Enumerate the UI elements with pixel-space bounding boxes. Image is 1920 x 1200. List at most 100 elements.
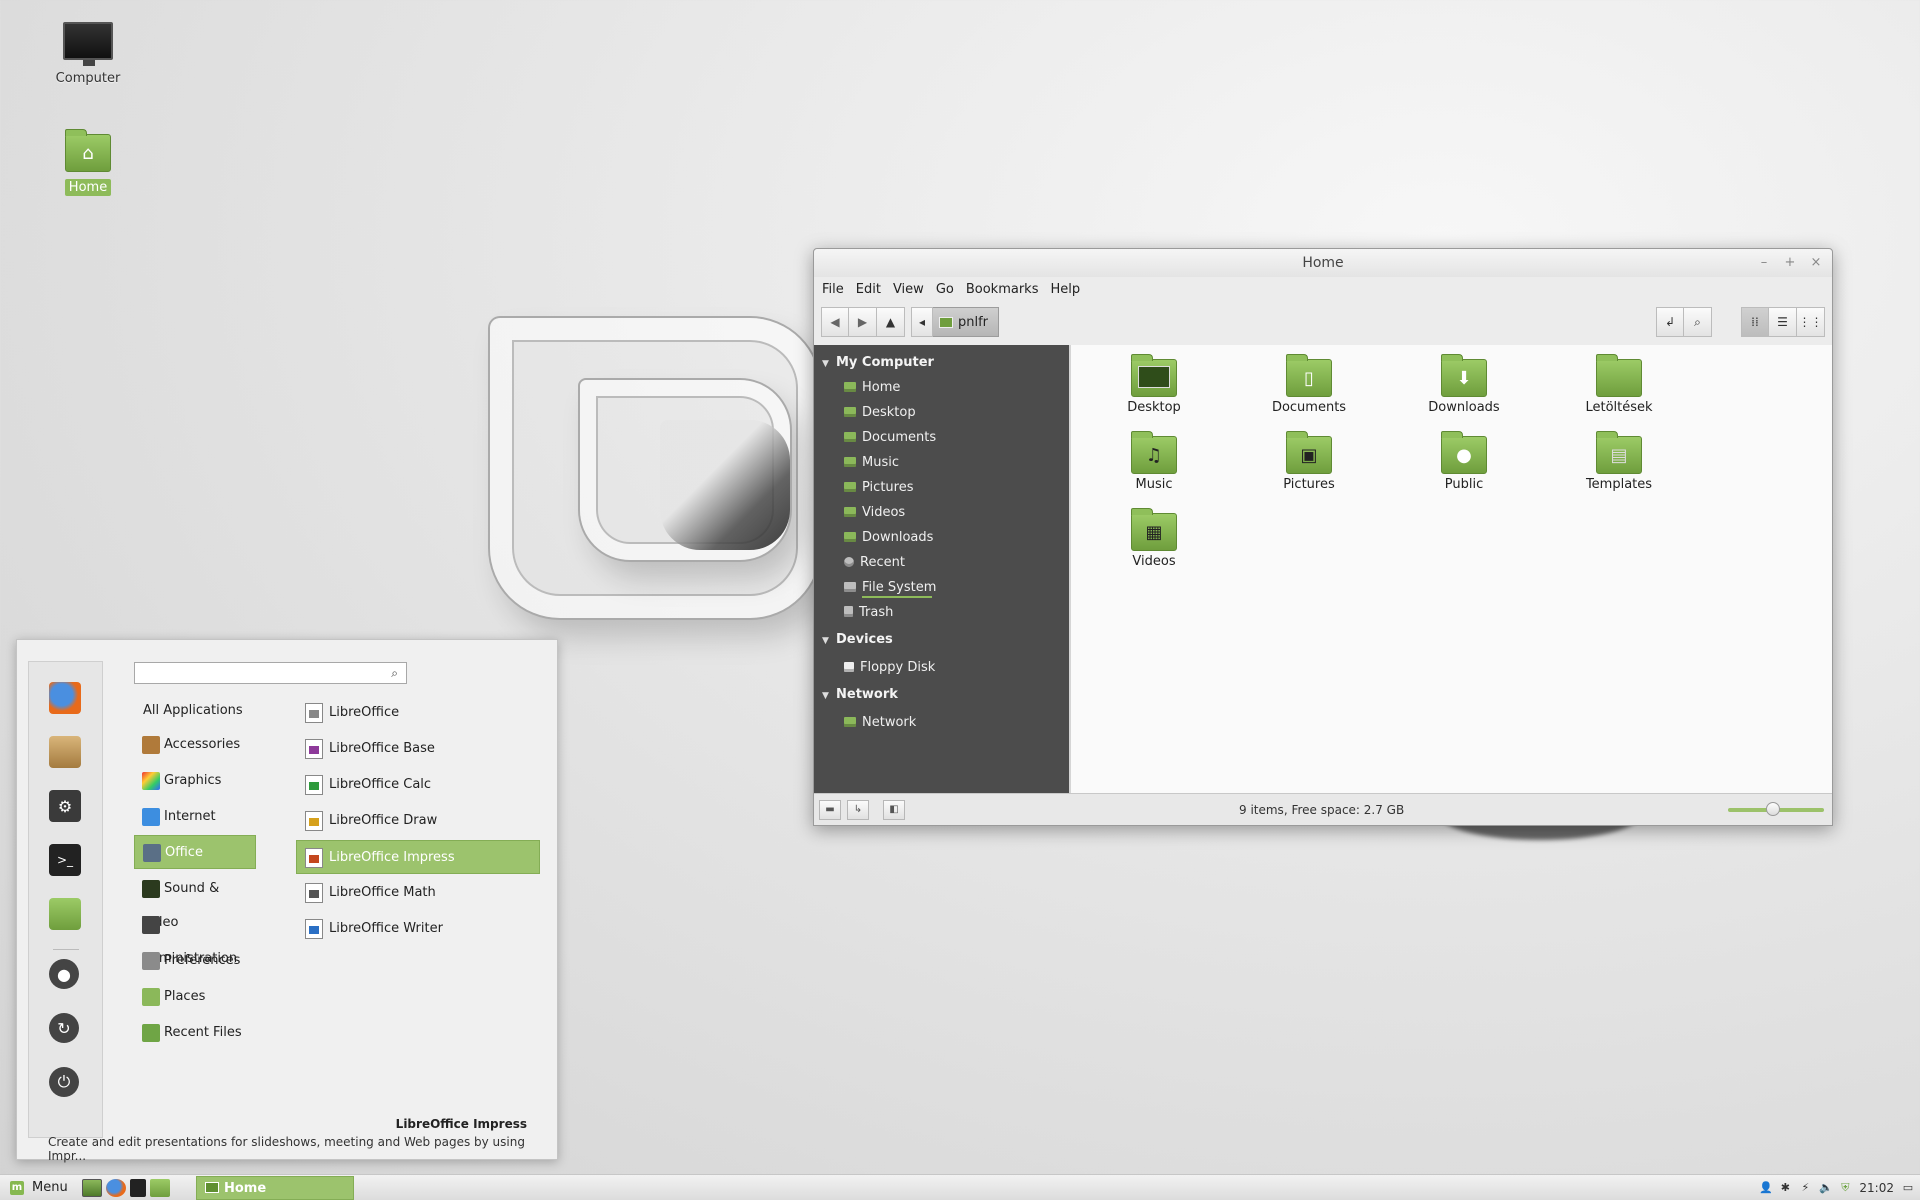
show-desktop-icon[interactable] <box>81 1178 102 1197</box>
sidebar-item-music[interactable]: Music <box>814 450 1069 475</box>
menu-go[interactable]: Go <box>932 280 958 299</box>
sidebar-item-videos[interactable]: Videos <box>814 500 1069 525</box>
app-libreoffice-impress[interactable]: LibreOffice Impress <box>296 840 540 874</box>
category-recent-files[interactable]: Recent Files <box>134 1016 256 1050</box>
location-toggle-button[interactable]: ↲ <box>1656 307 1684 337</box>
app-libreoffice-draw[interactable]: LibreOffice Draw <box>297 804 541 838</box>
sidebar-heading-devices[interactable]: ▼ Devices <box>814 628 1069 652</box>
category-preferences[interactable]: Preferences <box>134 944 256 978</box>
zoom-slider-knob[interactable] <box>1766 802 1781 816</box>
path-home-button[interactable]: pnlfr <box>933 307 1000 337</box>
system-settings-icon[interactable]: ⚙ <box>49 790 81 822</box>
sidebar-item-downloads[interactable]: Downloads <box>814 525 1069 550</box>
desktop-icon-home[interactable]: ⌂ Home <box>40 128 136 196</box>
file-view[interactable]: Desktop ▯ Documents ⬇ Downloads Letöltés… <box>1071 345 1832 795</box>
file-manager-window[interactable]: Home – + × File Edit View Go Bookmarks H… <box>813 248 1833 826</box>
folder-icon: ▬ <box>825 803 835 815</box>
up-button[interactable]: ▲ <box>877 307 905 337</box>
file-item-music[interactable]: ♫ Music <box>1099 431 1209 492</box>
sidebar-item-recent[interactable]: Recent <box>814 550 1069 575</box>
pictures-folder-icon <box>844 482 856 492</box>
sidebar-item-file-system[interactable]: File System <box>814 575 1069 600</box>
file-item-downloads[interactable]: ⬇ Downloads <box>1409 354 1519 415</box>
files-launcher-icon[interactable] <box>149 1178 170 1197</box>
menu-file[interactable]: File <box>818 280 848 299</box>
path-left-button[interactable]: ◂ <box>911 307 933 337</box>
folder-icon[interactable] <box>49 898 81 930</box>
home-icon <box>844 382 856 392</box>
user-icon[interactable]: 👤 <box>1759 1182 1773 1194</box>
search-field[interactable]: ⌕ <box>134 662 407 684</box>
show-tree-button[interactable]: ↳ <box>847 799 869 820</box>
icon-view-button[interactable]: ⁞⁞ <box>1741 307 1769 337</box>
update-shield-icon[interactable]: ⛨ <box>1839 1182 1851 1194</box>
desktop-icon-computer[interactable]: Computer <box>40 22 136 87</box>
shutdown-icon[interactable]: ⏻ <box>49 1067 79 1097</box>
computer-icon <box>63 22 113 66</box>
search-input[interactable] <box>135 663 365 683</box>
sidebar-item-desktop[interactable]: Desktop <box>814 400 1069 425</box>
clock[interactable]: 21:02 <box>1859 1181 1894 1195</box>
network-icon[interactable]: ⚡ <box>1799 1182 1811 1194</box>
category-all-applications[interactable]: All Applications <box>134 694 256 728</box>
sidebar-item-documents[interactable]: Documents <box>814 425 1069 450</box>
menu-view[interactable]: View <box>889 280 928 299</box>
category-sound-video[interactable]: Sound & Video <box>134 872 256 930</box>
app-libreoffice-calc[interactable]: LibreOffice Calc <box>297 768 541 802</box>
minimize-button[interactable]: – <box>1756 255 1772 271</box>
taskbar-item-home[interactable]: Home <box>196 1176 354 1200</box>
sidebar-item-network[interactable]: Network <box>814 710 1069 735</box>
back-button[interactable]: ◀ <box>821 307 849 337</box>
firefox-launcher-icon[interactable] <box>105 1178 126 1197</box>
menu-edit[interactable]: Edit <box>852 280 885 299</box>
zoom-slider[interactable] <box>1728 802 1824 816</box>
workspace-icon[interactable]: ▭ <box>1902 1182 1914 1194</box>
app-libreoffice-math[interactable]: LibreOffice Math <box>297 876 541 910</box>
hide-sidebar-button[interactable]: ◧ <box>883 799 905 820</box>
search-button[interactable]: ⌕ <box>1684 307 1712 337</box>
category-administration[interactable]: Administration <box>134 908 256 966</box>
terminal-icon[interactable]: >_ <box>49 844 81 876</box>
category-places[interactable]: Places <box>134 980 256 1014</box>
menu-help[interactable]: Help <box>1046 280 1084 299</box>
volume-icon[interactable]: 🔈 <box>1819 1182 1833 1194</box>
sidebar-heading-my-computer[interactable]: ▼ My Computer <box>814 351 1069 375</box>
compact-view-button[interactable]: ⋮⋮ <box>1797 307 1825 337</box>
file-item-public[interactable]: ● Public <box>1409 431 1519 492</box>
tree-icon: ↳ <box>853 803 863 815</box>
app-libreoffice[interactable]: LibreOffice <box>297 696 541 730</box>
maximize-button[interactable]: + <box>1782 255 1798 271</box>
lock-screen-icon[interactable]: ● <box>49 959 79 989</box>
forward-button[interactable]: ▶ <box>849 307 877 337</box>
app-libreoffice-writer[interactable]: LibreOffice Writer <box>297 912 541 946</box>
category-internet[interactable]: Internet <box>134 800 256 834</box>
bluetooth-icon[interactable]: ✱ <box>1779 1182 1791 1194</box>
sidebar-item-floppy[interactable]: Floppy Disk <box>814 655 1069 680</box>
logout-icon[interactable]: ↻ <box>49 1013 79 1043</box>
libreoffice-base-icon <box>305 738 323 759</box>
sidebar-item-trash[interactable]: Trash <box>814 600 1069 625</box>
file-item-templates[interactable]: ▤ Templates <box>1564 431 1674 492</box>
terminal-launcher-icon[interactable] <box>129 1178 146 1197</box>
show-places-button[interactable]: ▬ <box>819 799 841 820</box>
file-item-documents[interactable]: ▯ Documents <box>1254 354 1364 415</box>
software-manager-icon[interactable] <box>49 736 81 768</box>
file-item-pictures[interactable]: ▣ Pictures <box>1254 431 1364 492</box>
app-libreoffice-base[interactable]: LibreOffice Base <box>297 732 541 766</box>
window-titlebar[interactable]: Home – + × <box>814 249 1832 277</box>
category-graphics[interactable]: Graphics <box>134 764 256 798</box>
sidebar-item-home[interactable]: Home <box>814 375 1069 400</box>
category-office[interactable]: Office <box>134 835 256 869</box>
menu-button[interactable]: m Menu <box>0 1175 76 1200</box>
status-bar: ▬ ↳ ◧ 9 items, Free space: 2.7 GB <box>814 793 1832 825</box>
list-view-button[interactable]: ☰ <box>1769 307 1797 337</box>
file-item-letoltesek[interactable]: Letöltések <box>1564 354 1674 415</box>
file-item-videos[interactable]: ▦ Videos <box>1099 508 1209 569</box>
firefox-icon[interactable] <box>49 682 81 714</box>
file-item-desktop[interactable]: Desktop <box>1099 354 1209 415</box>
sidebar-heading-network[interactable]: ▼ Network <box>814 683 1069 707</box>
menu-bookmarks[interactable]: Bookmarks <box>962 280 1043 299</box>
sidebar-item-pictures[interactable]: Pictures <box>814 475 1069 500</box>
close-button[interactable]: × <box>1808 255 1824 271</box>
category-accessories[interactable]: Accessories <box>134 728 256 762</box>
